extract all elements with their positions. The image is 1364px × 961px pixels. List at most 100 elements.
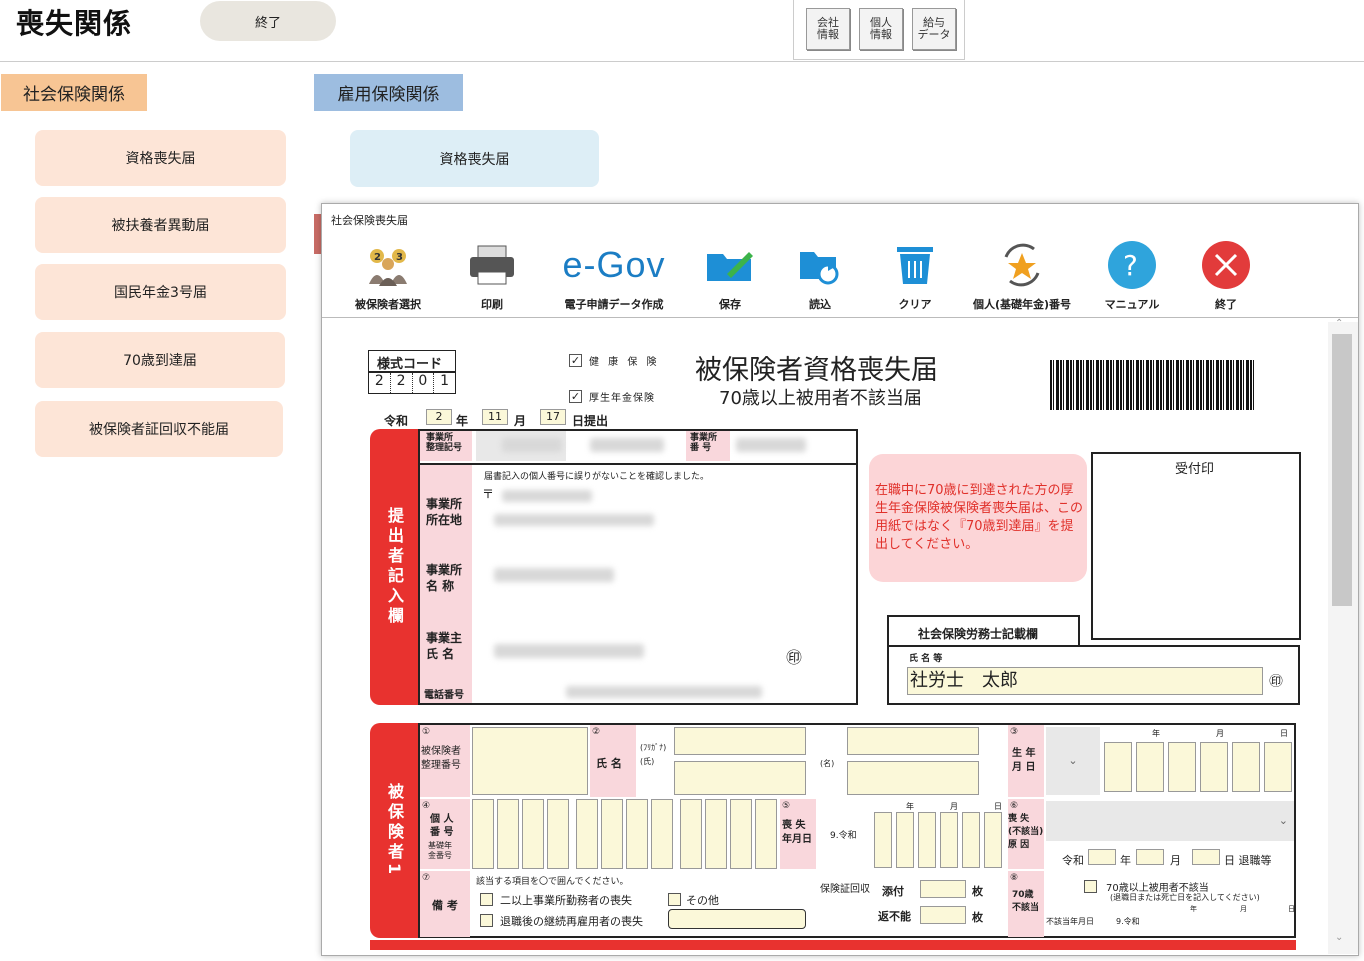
my-number-label: 個 人 番 号	[430, 814, 454, 838]
style-code-digits: 2 2 0 1	[368, 372, 456, 394]
sharoushi-name-input[interactable]: 社労士 太郎	[907, 667, 1263, 695]
loss-date-digit[interactable]	[962, 812, 980, 868]
multi-office-checkbox[interactable]	[480, 893, 493, 906]
personal-info-button[interactable]: 個人 情報	[859, 8, 903, 50]
health-insurance-checkbox[interactable]: ✓	[569, 354, 582, 367]
reason-era: 令和	[1062, 854, 1084, 867]
my-number-digit[interactable]	[601, 799, 623, 869]
loss-reason-label: 喪 失 (不該当) 原 因	[1008, 814, 1044, 850]
scrollbar-thumb[interactable]	[1332, 334, 1352, 606]
clear-button[interactable]: クリア	[867, 240, 963, 316]
redacted-text	[566, 686, 762, 698]
my-number-digit[interactable]	[680, 799, 702, 869]
end-button[interactable]: 終了	[200, 1, 336, 41]
day-input[interactable]: 17	[540, 409, 566, 425]
company-info-button[interactable]: 会社 情報	[806, 8, 850, 50]
over70-label: 70歳 不該当	[1012, 890, 1040, 913]
loss-date-digit[interactable]	[896, 812, 914, 868]
pension-number-label: 個人(基礎年金)番号	[972, 298, 1072, 311]
my-number-digit[interactable]	[547, 799, 569, 869]
age70-button[interactable]: 70歳到達届	[35, 332, 285, 388]
my-number-digit[interactable]	[705, 799, 727, 869]
my-number-digit[interactable]	[730, 799, 752, 869]
manual-button[interactable]: ? マニュアル	[1084, 240, 1180, 316]
style-code-label-box: 様式コード	[368, 350, 456, 372]
select-insured-button[interactable]: 23 被保険者選択	[340, 240, 436, 316]
my-number-digit[interactable]	[576, 799, 598, 869]
nonapp-year-unit: 年	[1190, 905, 1197, 913]
pension-insurance-checkbox[interactable]: ✓	[569, 390, 582, 403]
save-button[interactable]: 保存	[682, 240, 778, 316]
divider	[420, 463, 856, 465]
loss-form-window: 社会保険喪失届 23 被保険者選択 印刷 e-Gov 電子申請データ作成 保存 …	[321, 203, 1359, 956]
loss-date-digit[interactable]	[984, 812, 1002, 868]
birth-year-unit: 年	[1152, 729, 1160, 738]
birth-era-dropdown[interactable]: ⌄	[1046, 727, 1100, 795]
card-unrecoverable-button[interactable]: 被保険者証回収不能届	[35, 401, 283, 457]
attached-label: 添付	[882, 885, 904, 898]
nonapp-date-label: 不該当年月日	[1046, 917, 1094, 926]
reason-year-input[interactable]	[1088, 849, 1116, 865]
scroll-down-icon[interactable]: ⌄	[1335, 932, 1343, 943]
furigana-surname-input[interactable]	[674, 727, 806, 755]
office-no-label: 事業所 番 号	[690, 433, 718, 453]
egov-button[interactable]: e-Gov 電子申請データ作成	[544, 240, 684, 316]
employment-loss-button[interactable]: 資格喪失届	[350, 130, 599, 187]
attached-count-input[interactable]	[920, 880, 966, 898]
star-refresh-icon	[998, 240, 1046, 290]
loss-date-digit[interactable]	[940, 812, 958, 868]
furigana-given-input[interactable]	[847, 727, 979, 755]
circle-5: ⑤	[782, 801, 791, 811]
top-button-group: 会社 情報 個人 情報 給与 データ	[793, 0, 965, 60]
birth-digit[interactable]	[1136, 742, 1164, 792]
month-input[interactable]: 11	[482, 409, 508, 425]
social-loss-button[interactable]: 資格喪失届	[35, 130, 286, 186]
over70-checkbox[interactable]	[1084, 880, 1097, 893]
surname-input[interactable]	[674, 761, 806, 795]
form-title: 被保険者資格喪失届	[695, 355, 938, 386]
birth-digit[interactable]	[1104, 742, 1132, 792]
other-checkbox[interactable]	[668, 893, 681, 906]
circle-8: ⑧	[1010, 873, 1019, 883]
birth-digit[interactable]	[1264, 742, 1292, 792]
scroll-up-icon[interactable]: ⌃	[1335, 318, 1343, 329]
birth-digit[interactable]	[1232, 742, 1260, 792]
my-number-digit[interactable]	[472, 799, 494, 869]
birth-label-cell: ③ 生 年 月 日	[1008, 725, 1044, 797]
unreturnable-count-input[interactable]	[920, 906, 966, 924]
style-code-label: 様式コード	[377, 357, 443, 372]
loss-reason-dropdown[interactable]: ⌄	[1046, 801, 1294, 841]
page-title: 喪失関係	[16, 7, 133, 40]
load-button[interactable]: 読込	[772, 240, 868, 316]
notes-label-cell: ⑦ 備 考	[420, 871, 470, 937]
dependent-change-button[interactable]: 被扶養者異動届	[35, 197, 286, 253]
my-number-digit[interactable]	[755, 799, 777, 869]
header-divider	[0, 61, 1364, 62]
insured-side-label: 被保険者1	[370, 723, 418, 938]
my-number-digit[interactable]	[497, 799, 519, 869]
birth-digit[interactable]	[1200, 742, 1228, 792]
my-number-digit[interactable]	[651, 799, 673, 869]
next-insured-block-edge	[370, 940, 1296, 950]
birth-digit[interactable]	[1168, 742, 1196, 792]
print-button[interactable]: 印刷	[444, 240, 540, 316]
given-name-input[interactable]	[847, 761, 979, 795]
other-text-input[interactable]	[668, 909, 806, 929]
reason-month-input[interactable]	[1136, 849, 1164, 865]
health-insurance-label: 健 康 保 険	[589, 357, 660, 368]
salary-data-button[interactable]: 給与 データ	[912, 8, 956, 50]
my-number-digit[interactable]	[626, 799, 648, 869]
national-pension-no3-button[interactable]: 国民年金3号届	[35, 264, 286, 320]
pension-number-button[interactable]: 個人(基礎年金)番号	[952, 240, 1092, 316]
close-button[interactable]: 終了	[1178, 240, 1274, 316]
my-number-digit[interactable]	[522, 799, 544, 869]
over70-label-cell: ⑧ 70歳 不該当	[1008, 871, 1044, 937]
loss-date-digit[interactable]	[918, 812, 936, 868]
loss-date-digit[interactable]	[874, 812, 892, 868]
insured-no-input[interactable]	[472, 727, 588, 795]
social-insurance-section-header: 社会保険関係	[1, 74, 147, 111]
rehire-checkbox[interactable]	[480, 914, 493, 927]
reason-day-input[interactable]	[1192, 849, 1220, 865]
year-input[interactable]: 2	[426, 409, 452, 425]
attached-sheets-unit: 枚	[972, 885, 983, 898]
